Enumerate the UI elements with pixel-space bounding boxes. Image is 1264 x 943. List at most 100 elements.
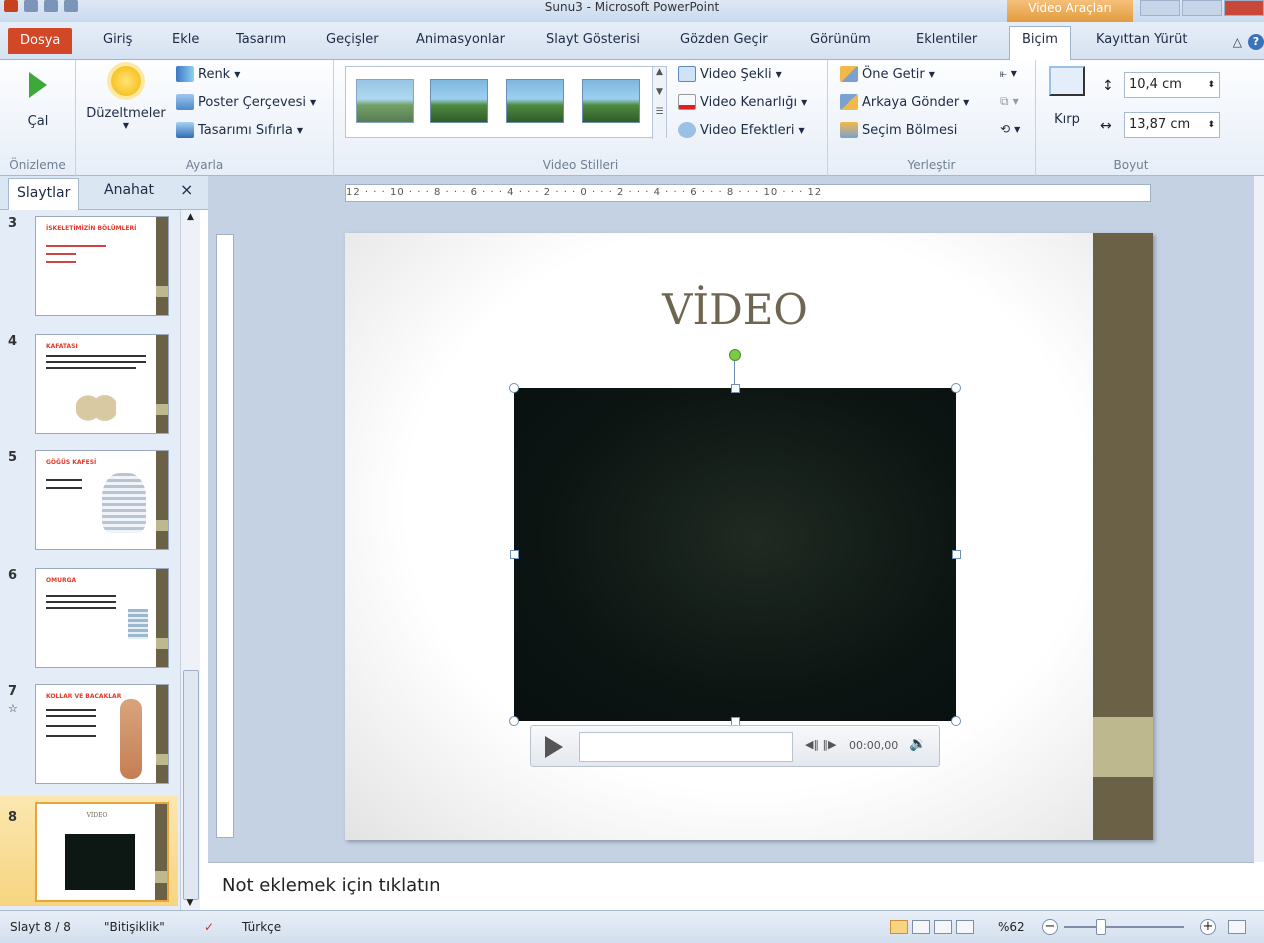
resize-handle[interactable]	[951, 383, 961, 393]
slide-thumbnail[interactable]: 5 GÖĞÜS KAFESİ	[0, 450, 180, 552]
resize-handle[interactable]	[509, 716, 519, 726]
play-icon[interactable]	[545, 736, 563, 758]
tab-view[interactable]: Görünüm	[810, 32, 871, 47]
tab-outline[interactable]: Anahat	[104, 182, 154, 198]
rotate-button[interactable]: ⟲ ▼	[1000, 122, 1020, 136]
tab-animations[interactable]: Animasyonlar	[416, 32, 505, 47]
bring-forward-button[interactable]: Öne Getir ▼	[840, 66, 935, 82]
slide-counter: Slayt 8 / 8	[10, 920, 71, 934]
spellcheck-icon[interactable]: ✓	[204, 920, 214, 934]
color-button[interactable]: Renk ▼	[176, 66, 240, 82]
video-style-thumb[interactable]	[356, 79, 414, 123]
resize-handle[interactable]	[731, 384, 740, 393]
tab-playback[interactable]: Kayıttan Yürüt	[1096, 32, 1187, 47]
video-styles-gallery[interactable]: ▲ ▼ ☰	[345, 66, 667, 139]
play-icon	[29, 72, 47, 98]
height-spinner[interactable]: ⬍	[1207, 73, 1215, 97]
slide-thumb-title: GÖĞÜS KAFESİ	[46, 459, 97, 466]
slide-list-scrollbar[interactable]: ▲ ▼	[180, 210, 200, 910]
width-value: 13,87 cm	[1129, 117, 1191, 132]
slide-thumbnail[interactable]: 7 ☆ KOLLAR VE BACAKLAR	[0, 684, 180, 786]
zoom-slider[interactable]	[1064, 926, 1184, 928]
tab-design[interactable]: Tasarım	[236, 32, 286, 47]
title-bar: Sunu3 - Microsoft PowerPoint Video Araçl…	[0, 0, 1264, 22]
align-button[interactable]: ⫦ ▼	[1000, 66, 1017, 81]
slide-preview: KAFATASI	[35, 334, 169, 434]
help-icon[interactable]: ?	[1248, 34, 1264, 50]
tab-format[interactable]: Biçim	[1009, 26, 1071, 60]
horizontal-ruler: 12 · · · 10 · · · 8 · · · 6 · · · 4 · · …	[345, 184, 1151, 202]
send-backward-button[interactable]: Arkaya Gönder ▼	[840, 94, 969, 110]
scroll-up-icon[interactable]: ▲	[181, 212, 200, 222]
seek-bar[interactable]	[579, 732, 793, 762]
width-spinner[interactable]: ⬍	[1207, 113, 1215, 137]
zoom-out-button[interactable]: −	[1042, 919, 1058, 935]
tab-review[interactable]: Gözden Geçir	[680, 32, 768, 47]
slide-preview: OMURGA	[35, 568, 169, 668]
tab-slide-show[interactable]: Slayt Gösterisi	[546, 32, 640, 47]
rotation-handle[interactable]	[729, 349, 741, 361]
zoom-level[interactable]: %62	[998, 920, 1025, 934]
video-shape-button[interactable]: Video Şekli ▼	[678, 66, 782, 82]
height-field[interactable]: 10,4 cm ⬍	[1124, 72, 1220, 98]
slide-thumbnail-selected[interactable]: 8 VİDEO	[0, 796, 178, 906]
minimize-button[interactable]	[1140, 0, 1180, 16]
normal-view-button[interactable]	[890, 920, 908, 934]
language-indicator[interactable]: Türkçe	[242, 920, 281, 934]
zoom-in-button[interactable]: +	[1200, 919, 1216, 935]
close-button[interactable]	[1224, 0, 1264, 16]
slide-sorter-view-button[interactable]	[912, 920, 930, 934]
slide-show-view-button[interactable]	[956, 920, 974, 934]
tab-transitions[interactable]: Geçişler	[326, 32, 379, 47]
step-back-forward-icons[interactable]: ◀‖ ‖▶	[805, 738, 836, 751]
volume-icon[interactable]: 🔉	[909, 736, 926, 752]
slide-thumbnail[interactable]: 3 İSKELETİMİZİN BÖLÜMLERİ	[0, 216, 180, 318]
resize-handle[interactable]	[952, 550, 961, 559]
tab-file[interactable]: Dosya	[8, 28, 73, 54]
resize-handle[interactable]	[509, 383, 519, 393]
group-size-label: Boyut	[1113, 158, 1149, 172]
maximize-button[interactable]	[1182, 0, 1222, 16]
scroll-down-icon[interactable]: ▼	[181, 898, 199, 908]
reset-design-button[interactable]: Tasarımı Sıfırla ▼	[176, 122, 303, 138]
slide-thumbnail[interactable]: 6 OMURGA	[0, 568, 180, 670]
group-objects-button[interactable]: ⧉ ▼	[1000, 94, 1019, 109]
play-label: Çal	[27, 114, 49, 129]
play-button[interactable]: Çal	[12, 68, 64, 129]
vertical-ruler	[216, 234, 234, 838]
video-style-thumb[interactable]	[582, 79, 640, 123]
tab-add-ins[interactable]: Eklentiler	[916, 32, 977, 47]
corrections-button[interactable]: Düzeltmeler ▼	[84, 66, 168, 130]
canvas-scrollbar[interactable]	[1254, 176, 1264, 862]
video-thumb	[65, 834, 135, 890]
slide-title[interactable]: VİDEO	[595, 285, 875, 334]
video-effects-button[interactable]: Video Efektleri ▼	[678, 122, 805, 138]
slide-thumbnail[interactable]: 4 KAFATASI	[0, 334, 180, 436]
resize-handle[interactable]	[951, 716, 961, 726]
gallery-scroll[interactable]: ▲ ▼ ☰	[652, 67, 666, 139]
width-field[interactable]: 13,87 cm ⬍	[1124, 112, 1220, 138]
corrections-label: Düzeltmeler	[86, 106, 166, 121]
close-pane-icon[interactable]: ×	[180, 180, 193, 199]
bring-forward-label: Öne Getir	[862, 66, 925, 82]
tab-insert[interactable]: Ekle	[172, 32, 199, 47]
video-border-button[interactable]: Video Kenarlığı ▼	[678, 94, 807, 110]
crop-button[interactable]: Kırp	[1044, 66, 1090, 127]
reading-view-button[interactable]	[934, 920, 952, 934]
theme-name[interactable]: "Bitişiklik"	[104, 920, 165, 934]
video-style-thumb[interactable]	[430, 79, 488, 123]
video-style-thumb[interactable]	[506, 79, 564, 123]
video-shape-label: Video Şekli	[700, 66, 772, 82]
fit-to-window-button[interactable]	[1228, 920, 1246, 934]
status-bar: Slayt 8 / 8 "Bitişiklik" ✓ Türkçe %62 − …	[0, 910, 1264, 943]
minimize-ribbon-icon[interactable]: △	[1233, 35, 1242, 49]
notes-pane[interactable]: Not eklemek için tıklatın	[208, 862, 1254, 910]
tab-slides[interactable]: Slaytlar	[8, 178, 80, 210]
video-object[interactable]	[514, 388, 956, 721]
tab-home[interactable]: Giriş	[103, 32, 132, 47]
scrollbar-thumb[interactable]	[183, 670, 199, 900]
resize-handle[interactable]	[510, 550, 519, 559]
poster-frame-button[interactable]: Poster Çerçevesi ▼	[176, 94, 316, 110]
zoom-slider-knob[interactable]	[1096, 919, 1106, 935]
selection-pane-button[interactable]: Seçim Bölmesi	[840, 122, 957, 138]
